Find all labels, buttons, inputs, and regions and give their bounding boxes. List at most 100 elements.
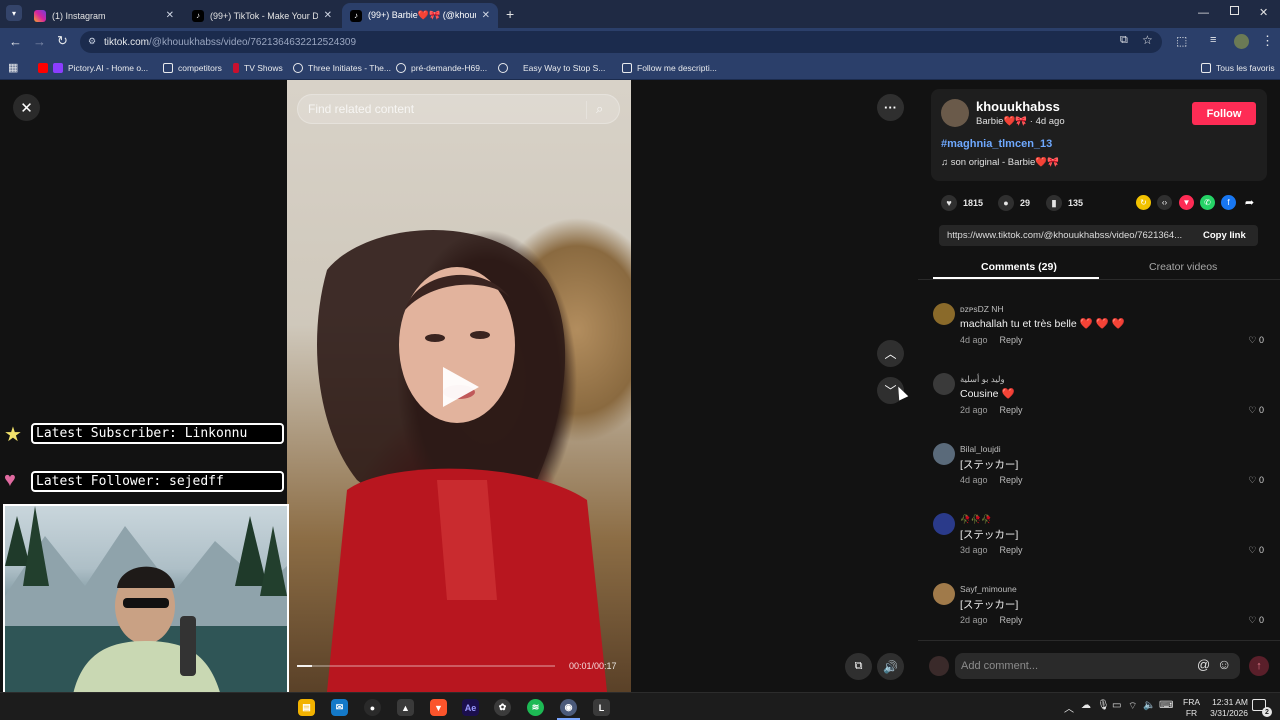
brave-icon[interactable]: ▼ — [430, 699, 447, 716]
add-comment-input[interactable]: Add comment... @ ☺ — [955, 653, 1240, 679]
embed-icon[interactable]: ‹› — [1157, 195, 1172, 210]
commenter-avatar[interactable] — [933, 443, 955, 465]
after-effects-icon[interactable]: Ae — [462, 699, 479, 716]
reply-button[interactable]: Reply — [1000, 405, 1023, 415]
menu-kebab-icon[interactable]: ⋮ — [1261, 33, 1274, 49]
keyboard-icon[interactable]: ⌨ — [1159, 700, 1173, 711]
progress-track[interactable] — [297, 665, 555, 667]
bookmark-star-icon[interactable]: ☆ — [1142, 33, 1153, 47]
commenter-avatar[interactable] — [933, 583, 955, 605]
all-bookmarks[interactable]: Tous les favoris — [1201, 61, 1275, 75]
follow-button[interactable]: Follow — [1192, 102, 1256, 125]
tab-search-chevron-icon[interactable]: ▾ — [6, 5, 22, 21]
bookmark-follow-me[interactable]: Follow me descripti... — [622, 61, 717, 75]
davinci-resolve-icon[interactable]: ✿ — [494, 699, 511, 716]
back-arrow-icon[interactable]: ← — [9, 34, 22, 49]
app-icon[interactable]: ▲ — [397, 699, 414, 716]
volume-icon[interactable]: 🔊 — [877, 653, 904, 680]
commenter-avatar[interactable] — [933, 303, 955, 325]
restore-icon[interactable] — [1230, 6, 1239, 15]
comment-like[interactable]: ♡ 0 — [1248, 335, 1264, 346]
chrome-icon[interactable]: ◉ — [560, 699, 577, 716]
like-count[interactable]: ♥ 1815 — [941, 195, 983, 211]
send-to-friend-icon[interactable]: ▼ — [1179, 195, 1194, 210]
commenter-name[interactable]: وليد بو أسلية — [960, 374, 1005, 385]
bookmark-competitors[interactable]: competitors — [163, 61, 222, 75]
tab-comments[interactable]: Comments (29) — [981, 261, 1057, 273]
creator-avatar[interactable] — [941, 99, 969, 127]
hashtag-link[interactable]: #maghnia_tlmcen_13 — [941, 138, 1052, 150]
commenter-name[interactable]: Bilal_loujdi — [960, 444, 1001, 454]
microphone-icon[interactable]: 🎙 — [1097, 700, 1110, 711]
share-arrow-icon[interactable]: ➦ — [1242, 195, 1257, 210]
repost-icon[interactable]: ↻ — [1136, 195, 1151, 210]
previous-video-chevron-up-icon[interactable]: ︿ — [877, 340, 904, 367]
facebook-icon[interactable]: f — [1221, 195, 1236, 210]
forward-arrow-icon[interactable]: → — [33, 34, 46, 49]
clock[interactable]: 12:31 AM 3/31/2026 — [1204, 697, 1248, 719]
wifi-icon[interactable]: ⌔ — [1128, 700, 1137, 713]
commenter-avatar[interactable] — [933, 513, 955, 535]
close-video-icon[interactable]: ✕ — [13, 94, 40, 121]
creator-username[interactable]: khouukhabss — [976, 99, 1060, 114]
close-tab-icon[interactable]: ✕ — [166, 10, 174, 21]
mention-icon[interactable]: @ — [1197, 657, 1210, 672]
commenter-avatar[interactable] — [933, 373, 955, 395]
display-icon[interactable]: ▭ — [1112, 700, 1121, 711]
spotify-icon[interactable]: ≋ — [527, 699, 544, 716]
picture-in-picture-icon[interactable]: ⧉ — [845, 653, 872, 680]
install-app-icon[interactable]: ⧉ — [1120, 34, 1128, 47]
commenter-name[interactable]: Sayf_mimoune — [960, 584, 1017, 594]
comment-count[interactable]: ● 29 — [998, 195, 1030, 211]
media-control-icon[interactable]: ≡ — [1210, 34, 1216, 46]
speaker-icon[interactable]: 🔈 — [1143, 700, 1155, 711]
address-bar[interactable]: ⚙ tiktok.com/@khouukhabss/video/76213646… — [80, 31, 1162, 53]
reply-button[interactable]: Reply — [1000, 475, 1023, 485]
play-icon[interactable] — [443, 367, 479, 407]
copy-link-button[interactable]: Copy link — [1203, 230, 1246, 241]
emoji-icon[interactable]: ☺ — [1217, 656, 1231, 672]
input-language[interactable]: FRA FR — [1183, 697, 1200, 719]
whatsapp-icon[interactable]: ✆ — [1200, 195, 1215, 210]
reply-button[interactable]: Reply — [1000, 545, 1023, 555]
extensions-icon[interactable]: ⬚ — [1176, 34, 1187, 48]
post-comment-arrow-icon[interactable]: ↑ — [1249, 656, 1269, 676]
search-icon[interactable]: ⌕ — [596, 101, 603, 117]
outlook-icon[interactable]: ✉ — [331, 699, 348, 716]
video-player[interactable]: 00:01/00:17 — [287, 80, 631, 692]
close-window-icon[interactable]: ✕ — [1259, 6, 1268, 19]
league-icon[interactable]: L — [593, 699, 610, 716]
tab-instagram[interactable]: (1) Instagram ✕ — [26, 3, 182, 28]
save-count[interactable]: ▮ 135 — [1046, 195, 1083, 211]
bookmark-pictory[interactable]: Pictory.AI - Home o... — [38, 61, 148, 75]
close-tab-icon[interactable]: ✕ — [482, 10, 490, 21]
reply-button[interactable]: Reply — [1000, 615, 1023, 625]
close-tab-icon[interactable]: ✕ — [324, 10, 332, 21]
more-options-icon[interactable]: ··· — [877, 94, 904, 121]
tab-tiktok[interactable]: ♪ (99+) TikTok - Make Your Day ✕ — [184, 3, 340, 28]
reload-icon[interactable]: ↻ — [57, 33, 68, 49]
reply-button[interactable]: Reply — [1000, 335, 1023, 345]
bookmark-pre-demande[interactable]: pré-demande-H69... — [396, 61, 487, 75]
commenter-name[interactable]: ᴅᴢᴘѕDZ NH — [960, 304, 1004, 314]
tab-barbie-active[interactable]: ♪ (99+) Barbie❤️🎀 (@khouukh ✕ — [342, 3, 498, 28]
bookmark-three-initiates[interactable]: Three Initiates - The... — [293, 61, 391, 75]
find-related-search[interactable]: Find related content ⌕ — [297, 94, 620, 124]
commenter-name[interactable]: 🥀🥀🥀 — [960, 514, 992, 525]
site-info-icon[interactable]: ⚙ — [88, 36, 96, 47]
new-tab-plus-icon[interactable]: + — [506, 6, 514, 22]
obs-icon[interactable]: ● — [364, 699, 381, 716]
tray-chevron-icon[interactable]: ︿ — [1064, 700, 1074, 715]
profile-avatar[interactable] — [1234, 34, 1249, 49]
bookmark-tv-shows[interactable]: TV Shows — [233, 61, 283, 75]
sound-link[interactable]: ♫ son original - Barbie❤️🎀 — [941, 157, 1059, 168]
comment-like[interactable]: ♡ 0 — [1248, 405, 1264, 416]
minimize-icon[interactable]: — — [1198, 7, 1209, 19]
comment-like[interactable]: ♡ 0 — [1248, 615, 1264, 626]
tab-creator-videos[interactable]: Creator videos — [1149, 261, 1217, 273]
onedrive-icon[interactable]: ☁ — [1081, 700, 1091, 711]
file-explorer-icon[interactable]: ▤ — [298, 699, 315, 716]
comment-like[interactable]: ♡ 0 — [1248, 475, 1264, 486]
comment-like[interactable]: ♡ 0 — [1248, 545, 1264, 556]
bookmark-easy-way[interactable]: Easy Way to Stop S... — [498, 61, 605, 75]
